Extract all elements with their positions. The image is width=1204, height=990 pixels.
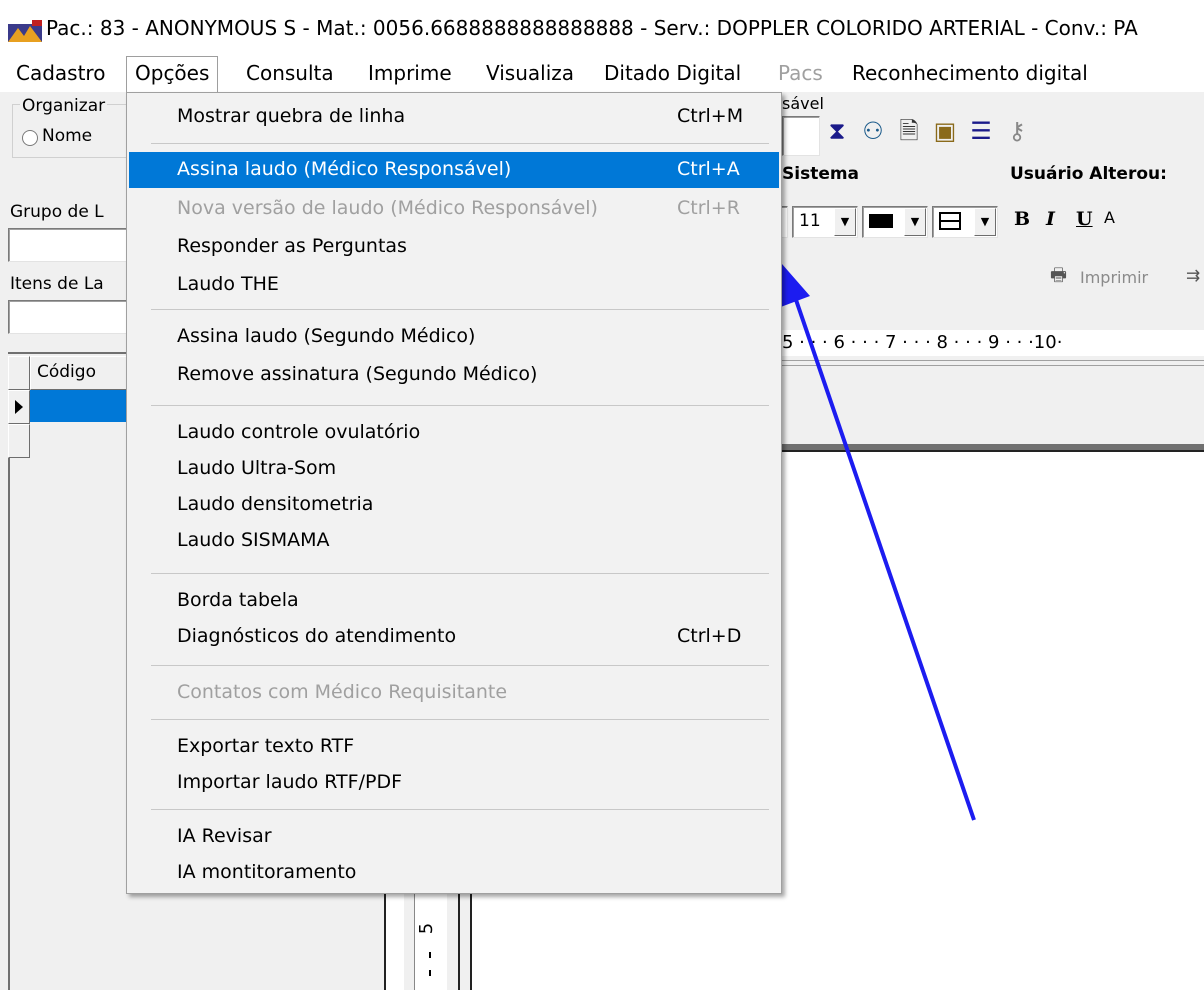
grid-row-indicator [8,390,30,424]
responsavel-label: sável [782,94,824,113]
font-size-select[interactable]: 11 ▼ [792,206,858,238]
menu-item-laudo-ovulatorio[interactable]: Laudo controle ovulatório [129,415,779,451]
menu-item-ia-monitoramento[interactable]: IA montitoramento [129,855,779,891]
stamp-icon[interactable]: ▣ [930,116,960,146]
vertical-ruler: 5 [414,894,447,990]
row-pointer-icon [15,400,23,414]
menu-item-laudo-the[interactable]: Laudo THE [129,267,779,303]
itens-input[interactable] [8,300,130,334]
menu-item-laudo-sismama[interactable]: Laudo SISMAMA [129,523,779,559]
grid-corner [8,356,30,390]
annotation-arrow [778,264,976,821]
vertical-ruler-tick [429,970,431,976]
radio-nome-label: Nome [42,126,93,146]
menu-separator [151,573,769,574]
document-icon[interactable]: 🗎 [894,116,924,146]
editor-left-panel [384,894,405,990]
superscript-button[interactable]: A [1104,208,1115,227]
vertical-ruler-tick [429,952,431,958]
menu-item-laudo-densitometria[interactable]: Laudo densitometria [129,487,779,523]
grupo-label: Grupo de L [10,202,104,222]
chevron-down-icon[interactable]: ▼ [834,208,856,236]
usuario-alterou-label: Usuário Alterou: [1010,164,1167,184]
menu-item-remove-assinatura[interactable]: Remove assinatura (Segundo Médico) [129,357,779,393]
key-icon[interactable]: ⚷ [1002,116,1032,146]
menu-item-borda-tabela[interactable]: Borda tabela [129,583,779,619]
window-title: Pac.: 83 - ANONYMOUS S - Mat.: 0056.6688… [46,16,1138,40]
arrow-shaft [792,293,976,821]
grid-row-indicator-2 [8,424,30,458]
bold-button[interactable]: B [1014,208,1030,230]
itens-label: Itens de La [10,274,104,294]
menu-opcoes[interactable]: Opções [126,56,219,94]
vertical-ruler-mark: 5 [416,922,438,935]
hourglass-icon[interactable]: ⧗ [822,116,852,146]
menu-item-nova-versao: Nova versão de laudo (Médico Responsável… [177,197,740,219]
menu-item-contatos-medico: Contatos com Médico Requisitante [177,681,508,703]
menu-consulta[interactable]: Consulta [238,56,342,92]
border-icon [939,212,961,230]
users-icon[interactable]: ⚇ [858,116,888,146]
title-bar: Pac.: 83 - ANONYMOUS S - Mat.: 0056.6688… [0,0,1204,56]
menu-visualiza[interactable]: Visualiza [478,56,582,92]
italic-button[interactable]: I [1046,208,1055,230]
list-icon[interactable]: ☰ [966,116,996,146]
sistema-label: Sistema [782,164,860,184]
menu-item-assina-segundo-medico[interactable]: Assina laudo (Segundo Médico) [129,319,779,355]
printer-icon[interactable]: 🖶 [1050,266,1076,286]
menu-item-ia-revisar[interactable]: IA Revisar [129,819,779,855]
color-swatch [869,214,893,228]
underline-button[interactable]: U [1076,208,1093,230]
menu-separator [151,809,769,810]
chevron-down-icon[interactable]: ▼ [904,208,926,236]
grid-selected-cell[interactable] [30,390,130,422]
grid-header-codigo[interactable]: Código [30,356,132,390]
menu-item-exportar-rtf[interactable]: Exportar texto RTF [129,729,779,765]
print-button[interactable]: Imprimir [1080,268,1148,287]
menu-separator [151,719,769,720]
menu-item-assina-laudo-responsavel[interactable]: Assina laudo (Médico Responsável) Ctrl+A [129,152,779,188]
menu-reconhecimento-digital[interactable]: Reconhecimento digital [844,56,1096,92]
menu-item-importar-rtf-pdf[interactable]: Importar laudo RTF/PDF [129,765,779,801]
menu-cadastro[interactable]: Cadastro [8,56,113,92]
menu-ditado-digital[interactable]: Ditado Digital [596,56,749,92]
menu-item-laudo-ultra-som[interactable]: Laudo Ultra-Som [129,451,779,487]
grid-left-border [8,458,10,990]
menu-bar: Cadastro Opções Consulta Imprime Visuali… [0,56,1204,94]
menu-item-responder-perguntas[interactable]: Responder as Perguntas [129,229,779,265]
app-icon[interactable] [8,20,42,42]
grupo-input[interactable] [8,228,130,262]
opcoes-dropdown-menu: Mostrar quebra de linha Ctrl+M Assina lau… [126,92,782,894]
menu-separator [151,665,769,666]
arrow-head [778,264,810,308]
responsavel-input[interactable] [782,116,820,156]
next-icon[interactable]: ⇉ [1186,266,1200,286]
font-color-select[interactable]: ▼ [862,206,928,238]
radio-nome[interactable] [22,130,38,146]
menu-separator [151,405,769,406]
menu-pacs: Pacs [778,61,823,85]
organize-group-label: Organizar [20,96,108,116]
border-select[interactable]: ▼ [932,206,998,238]
menu-item-mostrar-quebra[interactable]: Mostrar quebra de linha Ctrl+M [129,99,779,135]
menu-item-diagnosticos[interactable]: Diagnósticos do atendimento Ctrl+D [129,619,779,655]
chevron-down-icon[interactable]: ▼ [974,208,996,236]
menu-separator [151,309,769,310]
menu-imprime[interactable]: Imprime [360,56,460,92]
menu-separator [151,143,769,144]
